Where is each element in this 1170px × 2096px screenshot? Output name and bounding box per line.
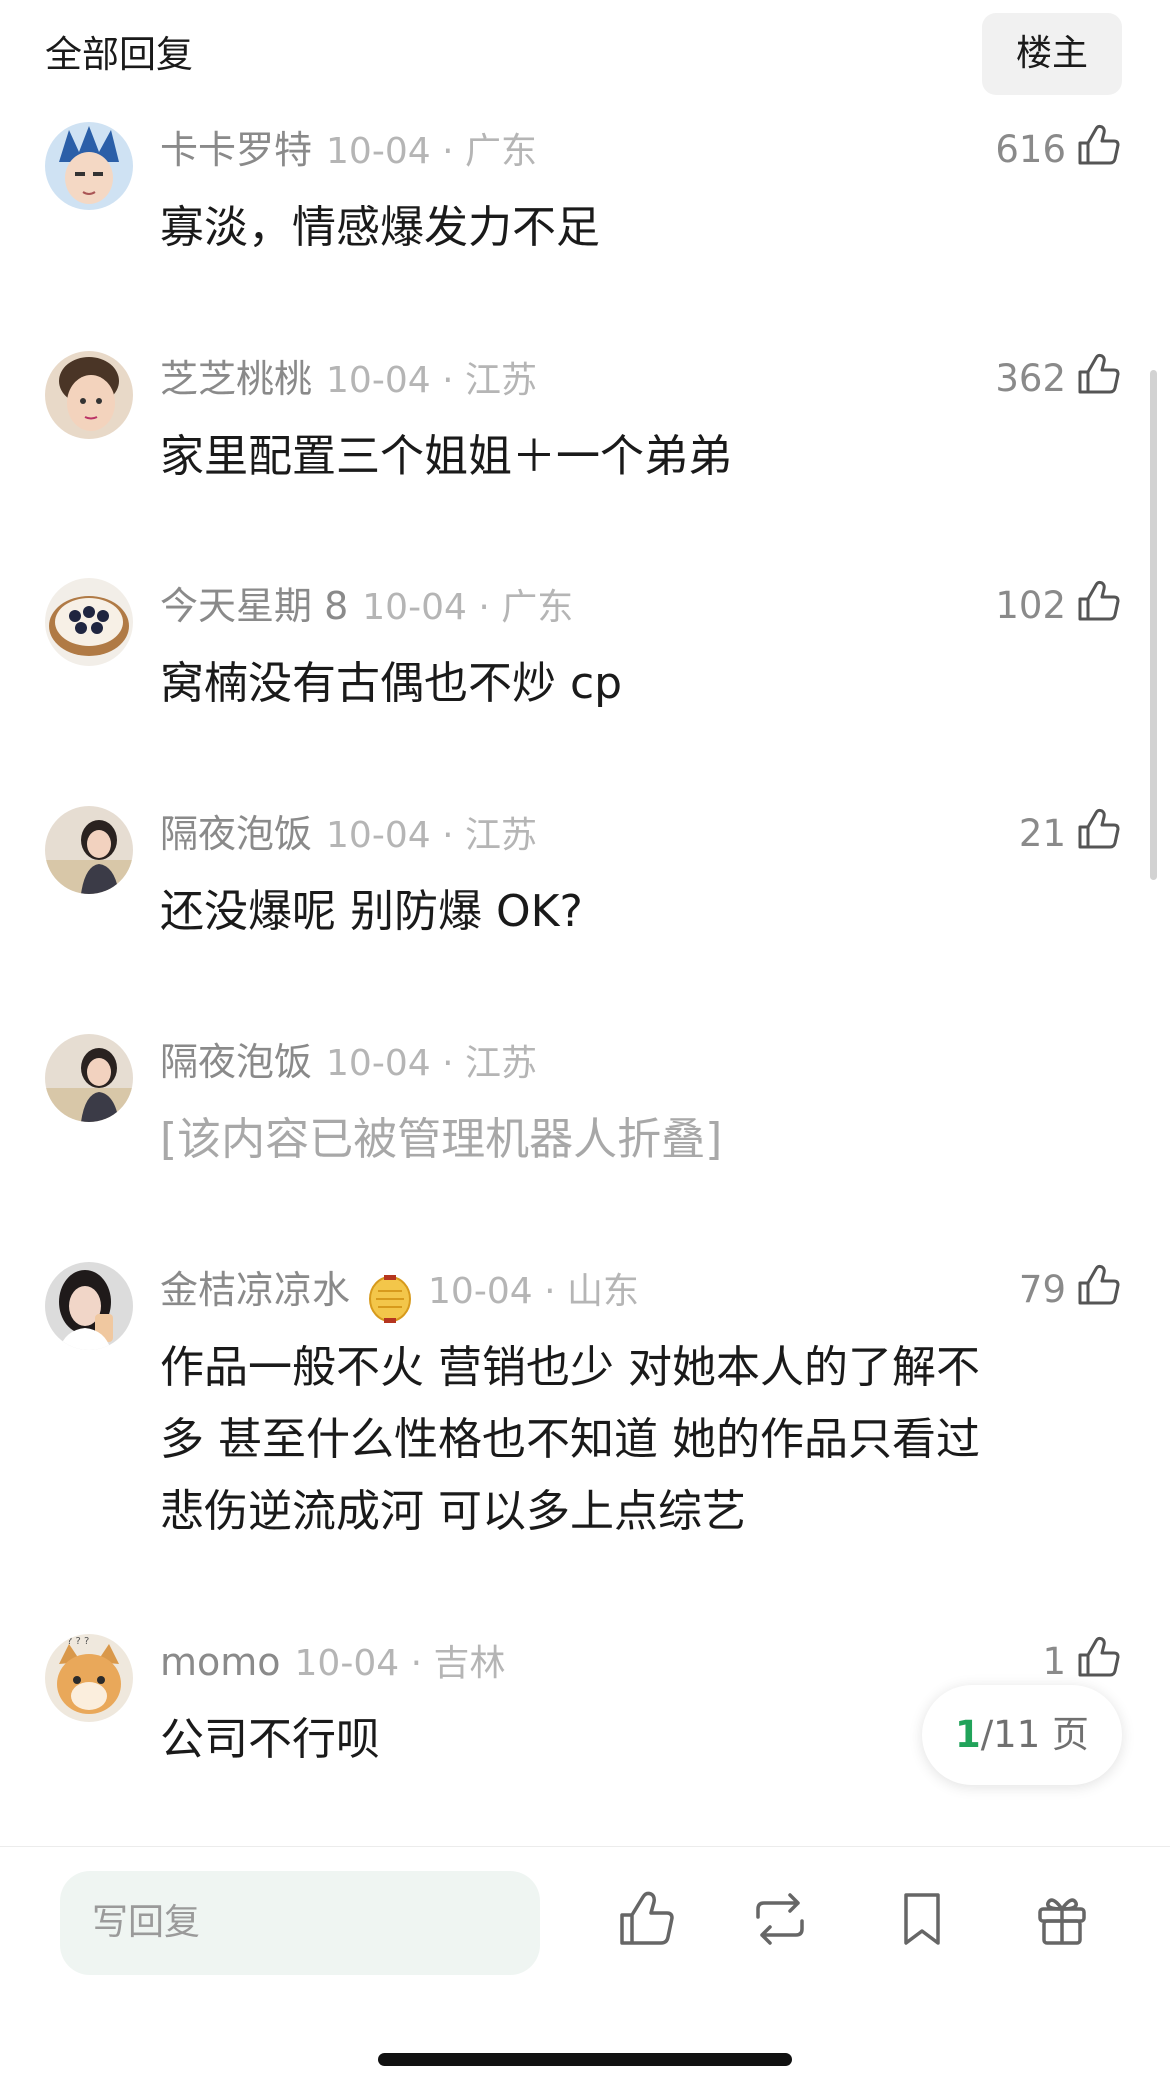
gift-icon[interactable]	[1030, 1887, 1094, 1951]
folded-comment-text[interactable]: [该内容已被管理机器人折叠]	[160, 1104, 1090, 1176]
username[interactable]: 今天星期 8	[160, 584, 348, 628]
username[interactable]: 隔夜泡饭	[160, 812, 312, 856]
username[interactable]: 卡卡罗特	[160, 128, 312, 172]
comment-meta: 卡卡罗特 10-04 · 广东	[160, 122, 537, 178]
thumbs-up-icon[interactable]	[1074, 1261, 1122, 1309]
thumbs-up-icon[interactable]	[1074, 1633, 1122, 1681]
like-area[interactable]: 102	[995, 578, 1122, 634]
avatar[interactable]	[45, 351, 133, 439]
like-area[interactable]: 79	[1019, 1262, 1122, 1318]
comment-meta: 隔夜泡饭 10-04 · 江苏	[160, 806, 537, 862]
like-count: 21	[1018, 812, 1066, 855]
like-area[interactable]: 362	[995, 351, 1122, 407]
like-area[interactable]: 21	[1019, 806, 1122, 862]
date-location: 10-04 · 广东	[362, 587, 574, 628]
date-location: 10-04 · 江苏	[326, 815, 537, 856]
comment-text: 还没爆呢 别防爆 OK?	[160, 886, 583, 937]
like-count: 79	[1018, 1268, 1066, 1311]
date-location: 10-04 · 山东	[428, 1271, 639, 1312]
lantern-badge-icon	[364, 1273, 416, 1325]
reply-input[interactable]: 写回复	[60, 1871, 540, 1975]
comment-meta: 今天星期 8 10-04 · 广东	[160, 578, 573, 634]
comment-meta: 芝芝桃桃 10-04 · 江苏	[160, 351, 537, 407]
avatar[interactable]	[45, 1262, 133, 1350]
thumbs-up-icon[interactable]	[1074, 805, 1122, 853]
avatar[interactable]	[45, 122, 133, 210]
header: 全部回复 楼主	[0, 0, 1170, 110]
home-indicator	[378, 2053, 792, 2066]
username[interactable]: 金桔凉凉水	[160, 1268, 350, 1312]
like-count: 102	[995, 584, 1066, 627]
op-only-button[interactable]: 楼主	[982, 13, 1122, 95]
repost-icon[interactable]	[748, 1887, 812, 1951]
date-location: 10-04 · 吉林	[294, 1643, 506, 1684]
like-count: 1	[1042, 1640, 1066, 1683]
comment-text: 寡淡，情感爆发力不足	[160, 202, 600, 253]
like-area[interactable]: 616	[995, 122, 1122, 178]
comment-text: 作品一般不火 营销也少 对她本人的了解不 多 甚至什么性格也不知道 她的作品只看…	[160, 1342, 980, 1537]
comment-meta: 隔夜泡饭 10-04 · 江苏	[160, 1034, 537, 1090]
date-location: 10-04 · 江苏	[326, 1043, 537, 1084]
comment-meta: 金桔凉凉水 10-04 · 山东	[160, 1262, 639, 1323]
avatar[interactable]	[45, 1034, 133, 1122]
thumbs-up-icon[interactable]	[1074, 121, 1122, 169]
thumbs-up-icon[interactable]	[1074, 577, 1122, 625]
date-location: 10-04 · 江苏	[326, 360, 537, 401]
comment-text: 窝楠没有古偶也不炒 cp	[160, 658, 623, 709]
like-count: 362	[995, 357, 1066, 400]
like-area[interactable]: 1	[1042, 1634, 1122, 1690]
username[interactable]: 芝芝桃桃	[160, 357, 312, 401]
avatar[interactable]	[45, 806, 133, 894]
comment-meta: momo 10-04 · 吉林	[160, 1634, 505, 1690]
avatar[interactable]	[45, 578, 133, 666]
bottom-action-bar: 写回复	[0, 1846, 1170, 2096]
like-icon[interactable]	[614, 1887, 678, 1951]
bookmark-icon[interactable]	[890, 1887, 954, 1951]
current-page: 1	[954, 1713, 981, 1756]
page-indicator[interactable]: 1/11 页	[922, 1685, 1122, 1785]
page-title: 全部回复	[45, 33, 193, 76]
comment-text: 家里配置三个姐姐＋一个弟弟	[160, 431, 732, 482]
avatar[interactable]: ? ? ?	[45, 1634, 133, 1722]
date-location: 10-04 · 广东	[326, 131, 537, 172]
total-pages: /11 页	[980, 1713, 1090, 1756]
like-count: 616	[995, 128, 1066, 171]
svg-text:? ? ?: ? ? ?	[67, 1636, 89, 1647]
thumbs-up-icon[interactable]	[1074, 350, 1122, 398]
scrollbar[interactable]	[1150, 370, 1157, 880]
username[interactable]: 隔夜泡饭	[160, 1040, 312, 1084]
username[interactable]: momo	[160, 1640, 281, 1684]
